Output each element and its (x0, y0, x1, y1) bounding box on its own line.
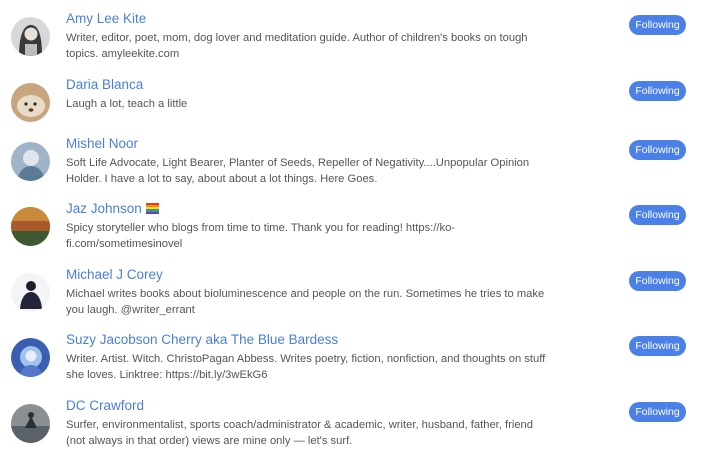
user-bio: Writer, editor, poet, mom, dog lover and… (66, 32, 528, 60)
following-list: Amy Lee Kite Writer, editor, poet, mom, … (0, 0, 720, 455)
following-button[interactable]: Following (629, 271, 686, 291)
rainbow-flag-icon (145, 203, 159, 214)
following-button[interactable]: Following (629, 140, 686, 160)
avatar[interactable] (11, 338, 50, 377)
user-row-michael-j-corey: Michael J Corey Michael writes books abo… (0, 267, 720, 337)
following-button[interactable]: Following (629, 205, 686, 225)
following-button[interactable]: Following (629, 81, 686, 101)
user-name[interactable]: Mishel Noor (66, 135, 138, 153)
user-name[interactable]: Amy Lee Kite (66, 10, 146, 28)
user-bio: Surfer, environmentalist, sports coach/a… (66, 419, 533, 447)
avatar[interactable] (11, 17, 50, 56)
user-bio: Soft Life Advocate, Light Bearer, Plante… (66, 157, 530, 185)
user-row-mishel-noor: Mishel Noor Soft Life Advocate, Light Be… (0, 136, 720, 206)
user-row-jaz-johnson: Jaz Johnson Spicy storyteller who blogs … (0, 201, 720, 271)
user-bio: Laugh a lot, teach a little (66, 98, 188, 110)
user-bio: Spicy storyteller who blogs from time to… (66, 222, 456, 250)
user-row-dc-crawford: DC Crawford Surfer, environmentalist, sp… (0, 398, 720, 468)
user-bio: Michael writes books about bioluminescen… (66, 288, 545, 316)
avatar[interactable] (11, 273, 50, 312)
avatar[interactable] (11, 207, 50, 246)
following-button[interactable]: Following (629, 336, 686, 356)
following-button[interactable]: Following (629, 15, 686, 35)
user-row-suzy-jacobson-cherry: Suzy Jacobson Cherry aka The Blue Bardes… (0, 332, 720, 402)
user-name[interactable]: Jaz Johnson (66, 200, 159, 218)
avatar[interactable] (11, 142, 50, 181)
user-bio: Writer. Artist. Witch. ChristoPagan Abbe… (66, 353, 546, 381)
user-row-amy-lee-kite: Amy Lee Kite Writer, editor, poet, mom, … (0, 11, 720, 81)
avatar[interactable] (11, 404, 50, 443)
user-name[interactable]: Daria Blanca (66, 76, 143, 94)
user-name[interactable]: Suzy Jacobson Cherry aka The Blue Bardes… (66, 331, 338, 349)
user-name[interactable]: DC Crawford (66, 397, 144, 415)
avatar[interactable] (11, 83, 50, 122)
following-button[interactable]: Following (629, 402, 686, 422)
user-name[interactable]: Michael J Corey (66, 266, 163, 284)
